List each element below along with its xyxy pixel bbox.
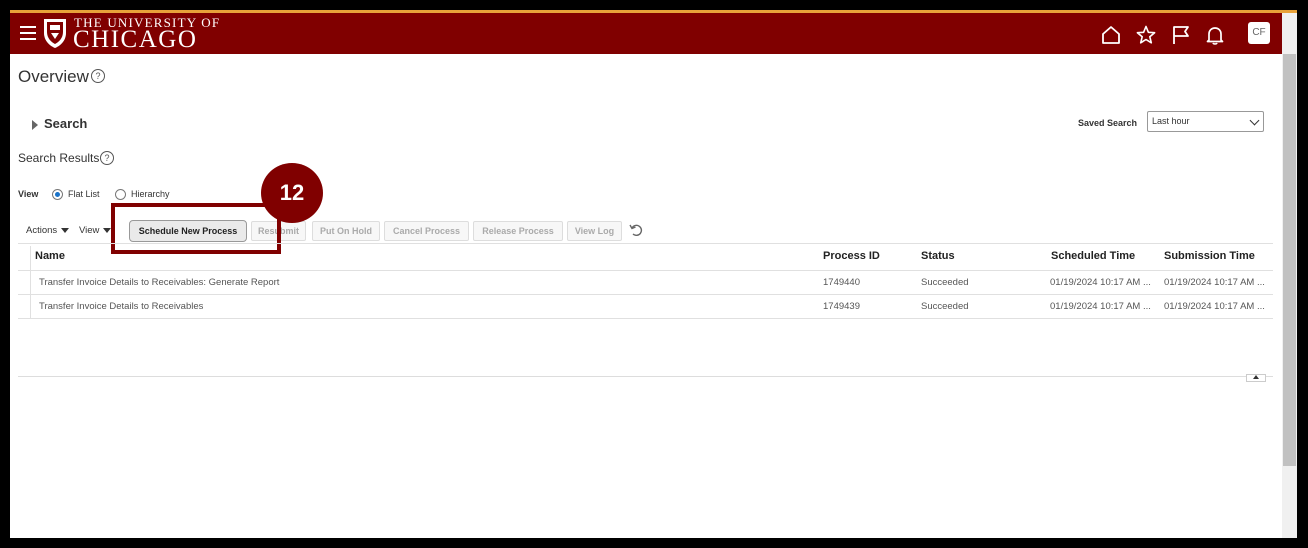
column-header-status[interactable]: Status [921, 250, 955, 262]
view-menu-label: View [79, 225, 100, 236]
cell-submission-time: 01/19/2024 10:17 AM ... [1164, 301, 1265, 312]
cell-submission-time: 01/19/2024 10:17 AM ... [1164, 277, 1265, 288]
radio-hierarchy[interactable] [115, 189, 126, 200]
actions-menu[interactable]: Actions [26, 225, 70, 236]
help-icon[interactable]: ? [91, 69, 105, 83]
radio-flat-list[interactable] [52, 189, 63, 200]
actions-label: Actions [26, 225, 58, 236]
cell-name: Transfer Invoice Details to Receivables [39, 301, 204, 312]
search-results-title: Search Results [18, 151, 100, 165]
star-icon[interactable] [1135, 24, 1157, 46]
table-top-border [18, 243, 1273, 244]
column-header-scheduled-time[interactable]: Scheduled Time [1051, 250, 1135, 262]
saved-search-label: Saved Search [1078, 118, 1138, 128]
header-selector-cell [18, 246, 31, 270]
user-avatar[interactable]: CF [1248, 22, 1270, 44]
hierarchy-label: Hierarchy [131, 189, 170, 199]
view-log-button[interactable]: View Log [567, 221, 622, 241]
release-process-button[interactable]: Release Process [473, 221, 563, 241]
table-header-border [18, 270, 1273, 271]
flag-icon[interactable] [1170, 24, 1192, 46]
university-shield-icon [44, 19, 66, 48]
search-label: Search [44, 116, 88, 131]
saved-search-value: Last hour [1152, 116, 1190, 126]
column-header-submission-time[interactable]: Submission Time [1164, 250, 1255, 262]
row-selector[interactable] [18, 270, 31, 294]
put-on-hold-button[interactable]: Put On Hold [312, 221, 380, 241]
view-label: View [18, 189, 39, 199]
home-icon[interactable] [1100, 24, 1122, 46]
chevron-down-icon [1249, 115, 1260, 126]
scrollbar-thumb[interactable] [1283, 54, 1296, 466]
cell-name: Transfer Invoice Details to Receivables:… [39, 277, 280, 288]
cancel-process-button[interactable]: Cancel Process [384, 221, 469, 241]
step-highlight-box [111, 203, 281, 254]
view-menu[interactable]: View [79, 225, 112, 236]
cell-scheduled-time: 01/19/2024 10:17 AM ... [1050, 277, 1151, 288]
page-title: Overview [18, 67, 89, 87]
refresh-icon[interactable] [628, 222, 644, 238]
results-help-icon[interactable]: ? [100, 151, 114, 165]
row-selector[interactable] [18, 294, 31, 318]
cell-process-id: 1749440 [823, 277, 860, 288]
logo-line-2: CHICAGO [73, 26, 198, 53]
table-row-border [18, 294, 1273, 295]
caret-down-icon [61, 227, 70, 233]
column-header-process-id[interactable]: Process ID [823, 250, 880, 262]
flat-list-label: Flat List [68, 189, 100, 199]
column-header-name[interactable]: Name [35, 250, 65, 262]
cell-status: Succeeded [921, 301, 969, 312]
expand-triangle-icon [32, 119, 38, 130]
cell-scheduled-time: 01/19/2024 10:17 AM ... [1050, 301, 1151, 312]
scroll-to-top-icon[interactable] [1246, 374, 1266, 382]
global-header: THE UNIVERSITY OF CHICAGO CF [10, 13, 1282, 54]
cell-status: Succeeded [921, 277, 969, 288]
step-number-badge: 12 [261, 163, 323, 223]
app-window: THE UNIVERSITY OF CHICAGO CF Overview ? … [10, 10, 1297, 538]
search-disclosure[interactable]: Search [32, 116, 87, 131]
bell-icon[interactable] [1204, 24, 1226, 46]
saved-search-select[interactable]: Last hour [1147, 111, 1264, 132]
page-title-text: Overview [18, 67, 89, 86]
table-bottom-border [18, 376, 1273, 377]
cell-process-id: 1749439 [823, 301, 860, 312]
menu-icon[interactable] [20, 26, 36, 40]
table-row-border [18, 318, 1273, 319]
